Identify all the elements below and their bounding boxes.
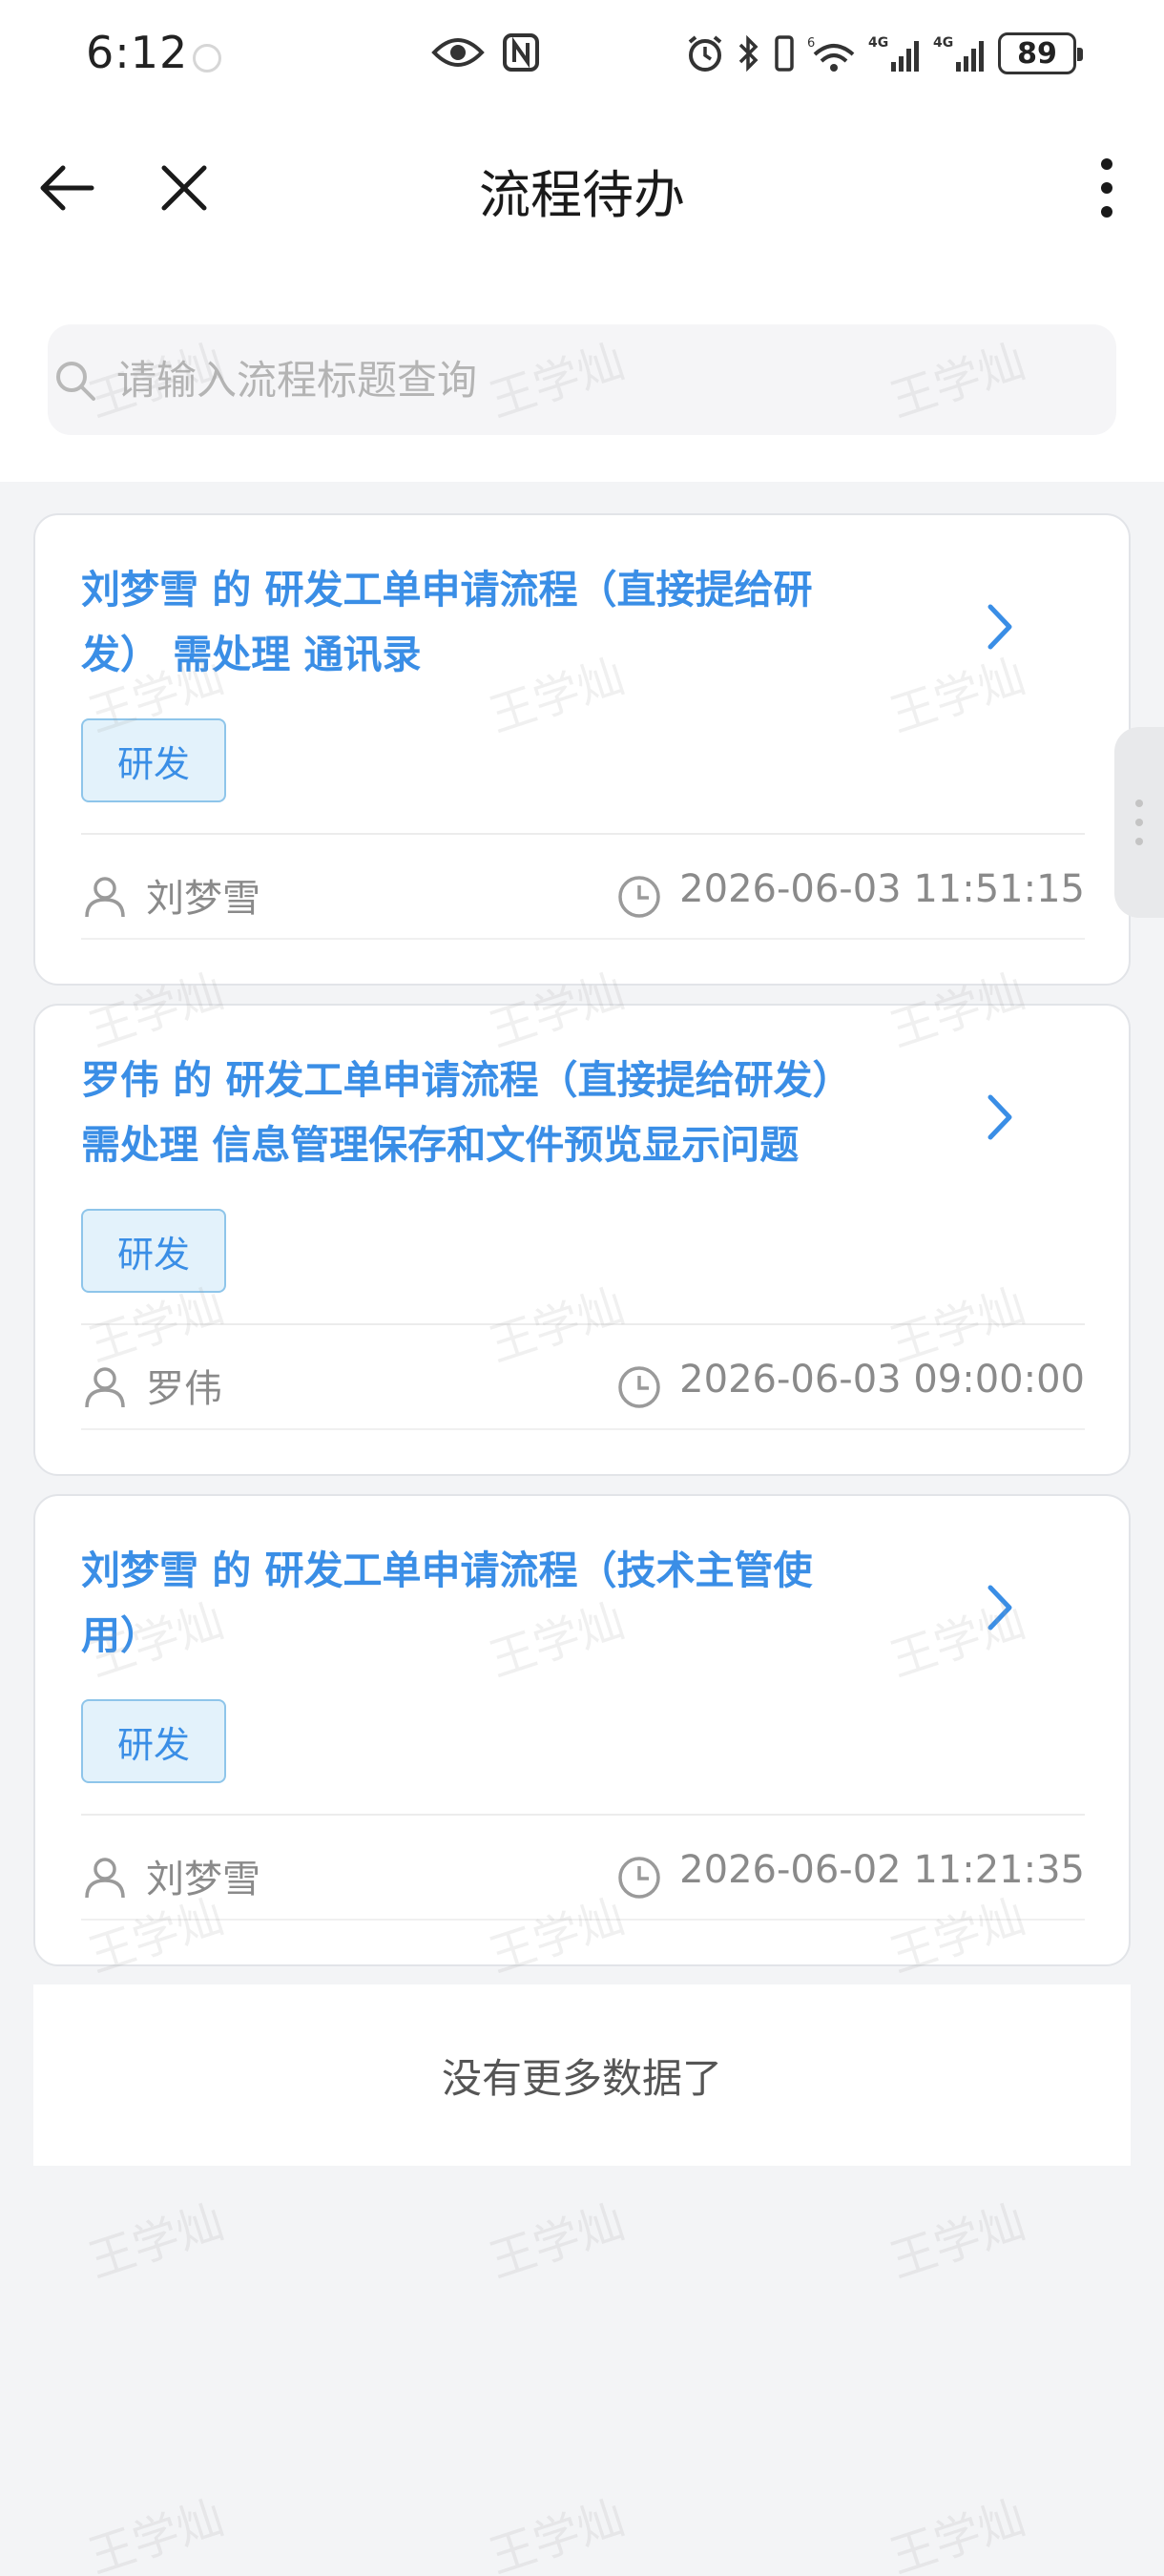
handle-dot bbox=[1135, 800, 1143, 807]
task-meta: 刘梦雪 2026-06-02 11:21:35 bbox=[81, 1833, 1085, 1921]
clock-icon bbox=[618, 1857, 660, 1899]
vibrate-icon bbox=[773, 33, 796, 73]
divider bbox=[81, 1323, 1085, 1325]
task-title[interactable]: 刘梦雪 的 研发工单申请流程（直接提给研 发） 需处理 通讯录 bbox=[81, 557, 940, 687]
status-indicator-icon bbox=[193, 44, 221, 73]
divider bbox=[81, 938, 1085, 940]
search-input[interactable] bbox=[116, 324, 1070, 435]
nav-bar: 流程待办 bbox=[0, 114, 1164, 258]
search-icon bbox=[56, 362, 95, 401]
user-icon bbox=[85, 877, 125, 918]
divider bbox=[81, 1428, 1085, 1430]
task-card[interactable]: 刘梦雪 的 研发工单申请流程（直接提给研 发） 需处理 通讯录 研发 刘梦雪 2… bbox=[33, 513, 1131, 986]
divider bbox=[81, 833, 1085, 835]
signal-icon-1: 4G bbox=[868, 33, 922, 73]
task-title-line: 发） 需处理 通讯录 bbox=[81, 632, 422, 677]
handle-dot bbox=[1135, 819, 1143, 826]
bluetooth-icon bbox=[737, 33, 761, 73]
watermark-text: 王学灿 bbox=[883, 2490, 1031, 2576]
status-right-icons: 6 4G 4G 89 bbox=[685, 32, 1083, 74]
svg-text:4G: 4G bbox=[933, 35, 953, 51]
search-box[interactable] bbox=[48, 324, 1116, 435]
search-area bbox=[0, 258, 1164, 482]
task-title-line: 需处理 信息管理保存和文件预览显示问题 bbox=[81, 1122, 800, 1168]
floating-side-handle[interactable] bbox=[1114, 727, 1164, 918]
clock-icon bbox=[618, 1366, 660, 1408]
alarm-icon bbox=[685, 33, 725, 73]
clock-icon bbox=[618, 876, 660, 918]
svg-text:4G: 4G bbox=[868, 35, 888, 51]
watermark-text: 王学灿 bbox=[82, 2490, 230, 2576]
task-title-line: 刘梦雪 的 研发工单申请流程（技术主管使 bbox=[81, 1548, 813, 1593]
task-card[interactable]: 刘梦雪 的 研发工单申请流程（技术主管使 用） 研发 刘梦雪 2026-06-0… bbox=[33, 1494, 1131, 1966]
task-title-line: 罗伟 的 研发工单申请流程（直接提给研发） bbox=[81, 1057, 852, 1103]
task-title[interactable]: 刘梦雪 的 研发工单申请流程（技术主管使 用） bbox=[81, 1538, 940, 1668]
category-tag: 研发 bbox=[81, 718, 226, 802]
page-title: 流程待办 bbox=[479, 165, 685, 225]
more-vertical-icon bbox=[1101, 158, 1112, 218]
nfc-icon bbox=[502, 32, 540, 73]
chevron-right-icon[interactable] bbox=[975, 593, 1023, 660]
status-center-icons bbox=[431, 32, 540, 73]
task-meta: 罗伟 2026-06-03 09:00:00 bbox=[81, 1342, 1085, 1430]
handle-dot bbox=[1135, 838, 1143, 845]
divider bbox=[81, 1814, 1085, 1816]
app-root: 6:12 6 4G 4G 89 流程待办 请输入流程标题查询 刘梦雪 的 研发工… bbox=[0, 0, 1164, 2576]
task-title[interactable]: 罗伟 的 研发工单申请流程（直接提给研发） 需处理 信息管理保存和文件预览显示问… bbox=[81, 1048, 940, 1177]
watermark-text: 王学灿 bbox=[483, 2490, 631, 2576]
task-meta: 刘梦雪 2026-06-03 11:51:15 bbox=[81, 852, 1085, 940]
wifi-icon: 6 bbox=[807, 33, 857, 73]
watermark-text: 王学灿 bbox=[883, 2194, 1031, 2289]
watermark-text: 王学灿 bbox=[82, 2194, 230, 2289]
status-bar: 6:12 6 4G 4G 89 bbox=[0, 0, 1164, 114]
svg-text:6: 6 bbox=[807, 36, 815, 51]
user-icon bbox=[85, 1858, 125, 1899]
task-initiator: 刘梦雪 bbox=[146, 1858, 260, 1901]
chevron-right-icon[interactable] bbox=[975, 1084, 1023, 1151]
task-time: 2026-06-03 09:00:00 bbox=[679, 1358, 1085, 1402]
divider bbox=[81, 1919, 1085, 1921]
more-button[interactable] bbox=[1078, 155, 1135, 221]
user-icon bbox=[85, 1367, 125, 1408]
task-card[interactable]: 罗伟 的 研发工单申请流程（直接提给研发） 需处理 信息管理保存和文件预览显示问… bbox=[33, 1004, 1131, 1476]
task-initiator: 刘梦雪 bbox=[146, 877, 260, 921]
no-more-data-label: 没有更多数据了 bbox=[33, 1984, 1131, 2166]
category-tag: 研发 bbox=[81, 1699, 226, 1783]
task-time: 2026-06-02 11:21:35 bbox=[679, 1848, 1085, 1892]
status-time: 6:12 bbox=[86, 27, 189, 78]
eye-icon bbox=[431, 33, 485, 72]
task-time: 2026-06-03 11:51:15 bbox=[679, 867, 1085, 911]
task-initiator: 罗伟 bbox=[146, 1367, 222, 1411]
signal-icon-2: 4G bbox=[933, 33, 987, 73]
task-title-line: 刘梦雪 的 研发工单申请流程（直接提给研 bbox=[81, 567, 813, 613]
category-tag: 研发 bbox=[81, 1209, 226, 1293]
chevron-right-icon[interactable] bbox=[975, 1574, 1023, 1641]
battery-indicator: 89 bbox=[998, 32, 1083, 74]
watermark-text: 王学灿 bbox=[483, 2194, 631, 2289]
task-title-line: 用） bbox=[81, 1612, 159, 1658]
